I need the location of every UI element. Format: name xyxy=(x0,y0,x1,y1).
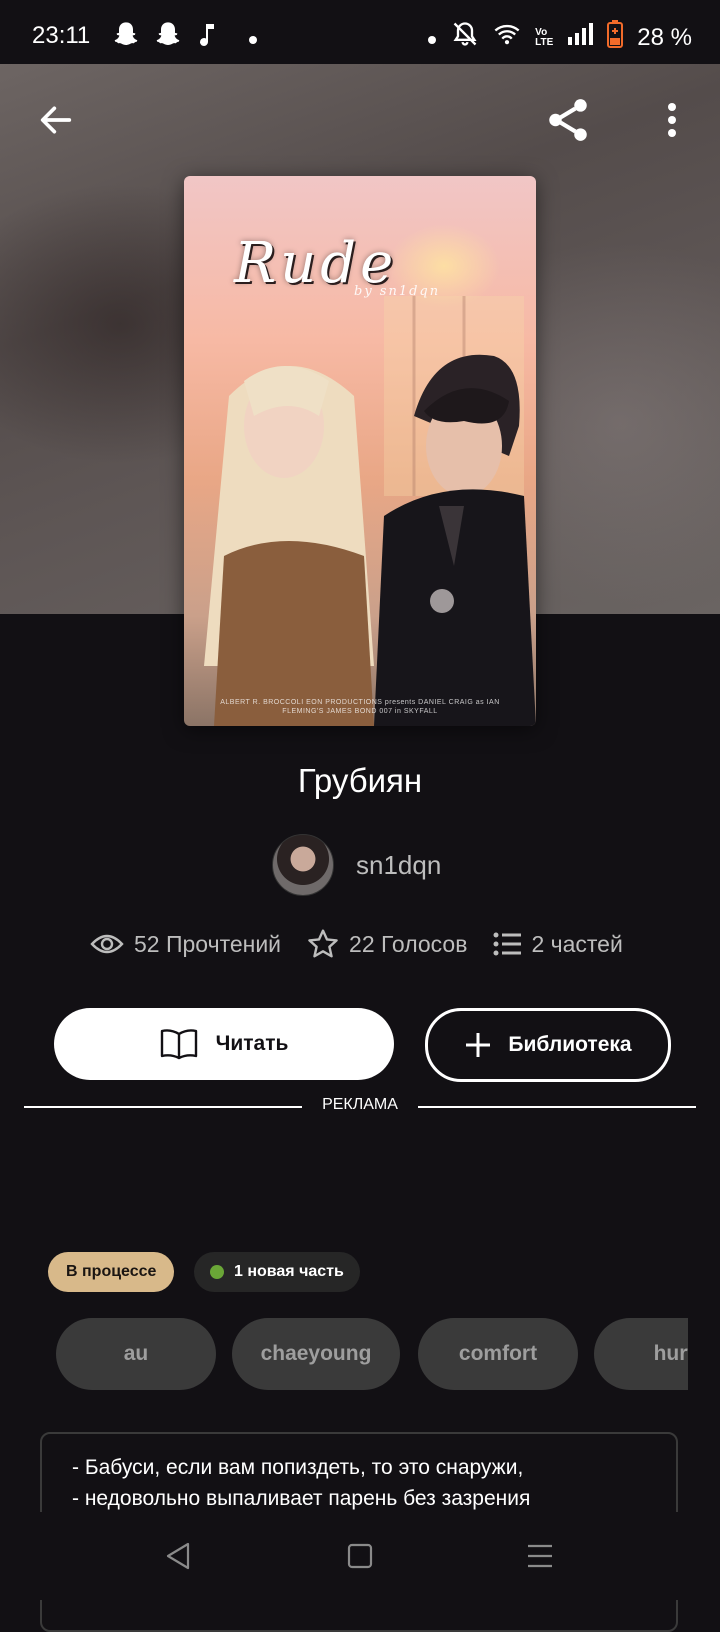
star-icon xyxy=(308,929,338,958)
system-status-icons: Vo LTE 28 % xyxy=(427,20,692,55)
cover-art-subtitle: by sn1dqn xyxy=(354,284,441,299)
nav-back-button[interactable] xyxy=(158,1536,198,1576)
battery-percent: 28 % xyxy=(637,23,692,51)
nav-home-button[interactable] xyxy=(340,1536,380,1576)
divider-line xyxy=(418,1106,696,1108)
parts-count: 2 частей xyxy=(531,930,623,957)
author-name[interactable]: sn1dqn xyxy=(356,850,441,881)
battery-icon xyxy=(607,20,624,55)
snapchat-icon xyxy=(112,20,140,55)
nav-menu-button[interactable] xyxy=(520,1536,560,1576)
status-bar: 23:11 Vo LTE 28 % xyxy=(0,0,720,64)
dot-icon xyxy=(427,24,437,52)
description-line: - Бабуси, если вам попиздеть, то это сна… xyxy=(72,1456,524,1479)
system-nav-bar xyxy=(0,1512,720,1600)
dot-icon xyxy=(248,24,258,52)
back-button[interactable] xyxy=(28,92,84,148)
avatar[interactable] xyxy=(272,834,334,896)
more-vertical-icon xyxy=(668,103,676,137)
snapchat-icon xyxy=(154,20,182,55)
new-indicator-dot xyxy=(210,1265,224,1279)
triangle-back-icon xyxy=(166,1542,190,1570)
new-part-badge: 1 новая часть xyxy=(194,1252,360,1292)
author-link[interactable]: sn1dqn xyxy=(272,834,441,896)
share-button[interactable] xyxy=(540,92,596,148)
parts-stat: 2 частей xyxy=(493,930,623,958)
status-badge: В процессе xyxy=(48,1252,175,1292)
book-icon xyxy=(160,1029,197,1060)
tag-chip[interactable]: au xyxy=(56,1318,216,1390)
list-icon xyxy=(493,932,522,956)
reads-stat: 52 Прочтений xyxy=(90,931,281,958)
read-button[interactable]: Читать xyxy=(54,1008,394,1080)
square-home-icon xyxy=(347,1543,373,1569)
more-options-button[interactable] xyxy=(644,92,700,148)
new-part-label: 1 новая часть xyxy=(234,1263,344,1280)
tag-chip[interactable]: hurt xyxy=(594,1318,688,1390)
eye-icon xyxy=(90,934,124,954)
library-button-label: Библиотека xyxy=(508,1033,632,1056)
reads-count: 52 Прочтений xyxy=(134,930,282,957)
bell-off-icon xyxy=(451,20,479,55)
read-button-label: Читать xyxy=(215,1032,289,1055)
votes-stat: 22 Голосов xyxy=(307,928,467,960)
ad-divider: РЕКЛАМА xyxy=(24,1096,696,1120)
ad-label: РЕКЛАМА xyxy=(322,1096,398,1113)
arrow-left-icon xyxy=(40,106,72,134)
tag-chip[interactable]: chaeyoung xyxy=(232,1318,400,1390)
wifi-icon xyxy=(493,22,521,53)
story-cover[interactable]: Rude by sn1dqn ALBERT R. BROCCOLI EON PR… xyxy=(184,176,536,726)
votes-count: 22 Голосов xyxy=(349,930,468,957)
share-icon xyxy=(549,99,587,141)
menu-lines-icon xyxy=(528,1544,552,1568)
signal-icon xyxy=(567,23,594,52)
plus-icon xyxy=(466,1033,491,1057)
tags-list: au chaeyoung comfort hurt xyxy=(56,1318,688,1390)
status-time: 23:11 xyxy=(32,22,91,49)
volte-icon: Vo LTE xyxy=(535,26,554,48)
story-title: Грубиян xyxy=(297,762,423,799)
music-note-icon xyxy=(196,21,220,54)
story-stats: 52 Прочтений 22 Голосов 2 частей xyxy=(90,928,623,960)
notification-icons xyxy=(112,20,258,55)
add-to-library-button[interactable]: Библиотека xyxy=(425,1008,671,1082)
cover-art-credits: ALBERT R. BROCCOLI EON PRODUCTIONS prese… xyxy=(220,699,500,715)
tag-chip[interactable]: comfort xyxy=(418,1318,578,1390)
description-line: - недовольно выпаливает парень без зазре… xyxy=(72,1487,531,1510)
